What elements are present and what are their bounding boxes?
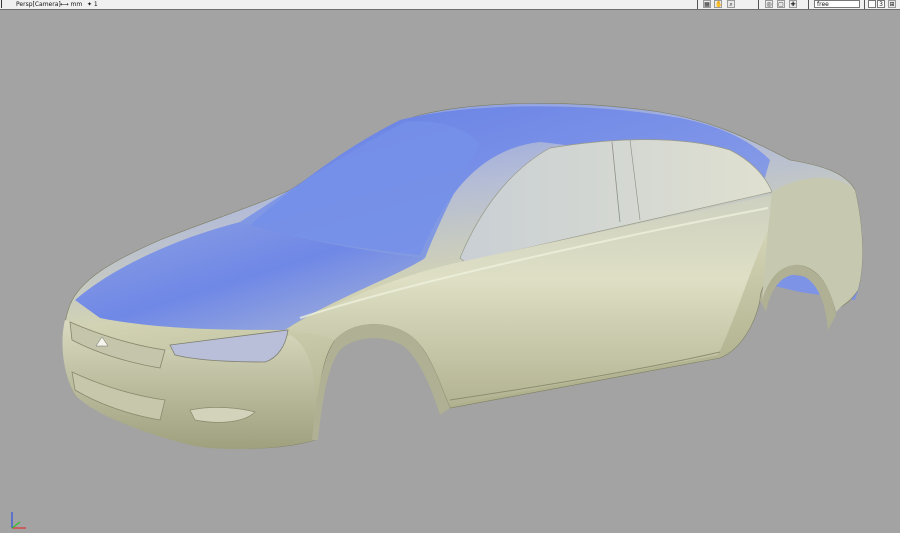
car-model[interactable] xyxy=(0,0,900,533)
y-axis-line xyxy=(11,521,21,529)
axis-indicator xyxy=(11,512,26,529)
